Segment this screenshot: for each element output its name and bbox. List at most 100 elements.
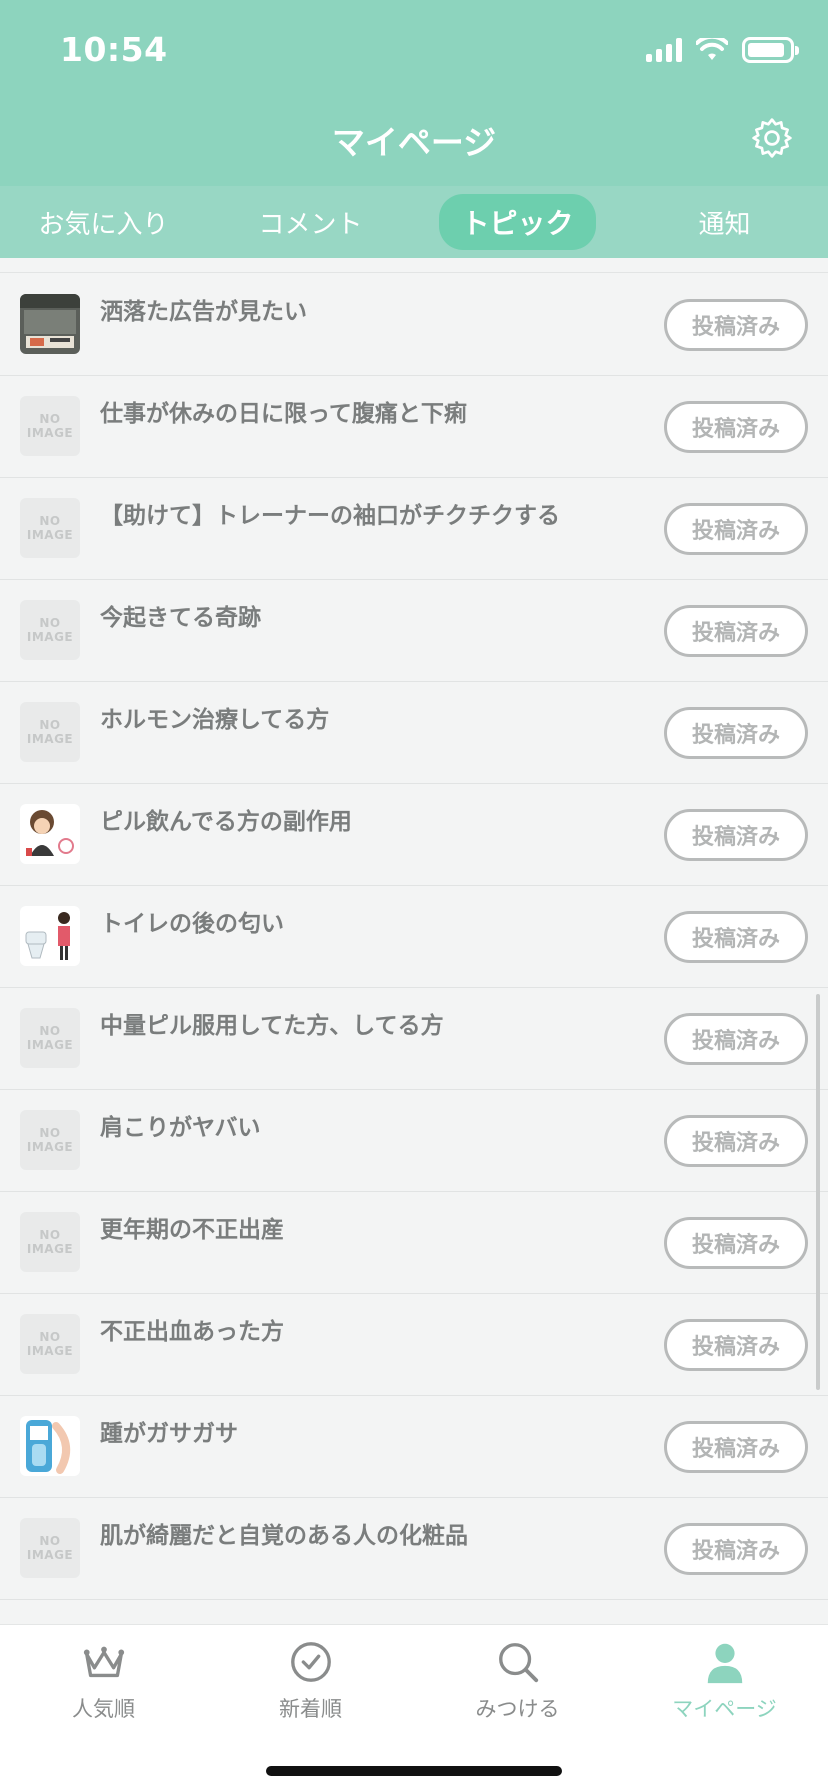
no-image-text: IMAGE [26, 630, 74, 644]
list-item[interactable]: NO IMAGE 肌が綺麗だと自覚のある人の化粧品 投稿済み [0, 1498, 828, 1600]
list-item[interactable]: NO IMAGE 今起きてる奇跡 投稿済み [0, 580, 828, 682]
tab-label: コメント [258, 209, 363, 240]
crown-icon [83, 1646, 124, 1678]
posted-status-button[interactable]: 投稿済み [664, 1217, 808, 1269]
nav-label: 新着順 [279, 1697, 342, 1721]
posted-status-button[interactable]: 投稿済み [664, 809, 808, 861]
topic-title: 【助けて】トレーナーの袖口がチクチクする [100, 503, 560, 529]
no-image-text: NO [39, 616, 61, 630]
no-image-text: NO [39, 718, 61, 732]
topic-title: 不正出血あった方 [100, 1319, 284, 1345]
tab-notifications[interactable]: 通知 [621, 186, 828, 258]
topic-title: 更年期の不正出産 [100, 1217, 284, 1243]
list-item[interactable]: NO IMAGE 肩こりがヤバい 投稿済み [0, 1090, 828, 1192]
scrollbar[interactable] [816, 994, 820, 1390]
no-image-text: NO [39, 514, 61, 528]
posted-status-button[interactable]: 投稿済み [664, 299, 808, 351]
wifi-icon [696, 38, 728, 60]
list-item[interactable]: NO IMAGE ホルモン治療してる方 投稿済み [0, 682, 828, 784]
posted-status-button[interactable]: 投稿済み [664, 605, 808, 657]
tab-label: お気に入り [38, 209, 169, 240]
battery-icon [742, 37, 799, 63]
topic-title: トイレの後の匂い [100, 911, 284, 937]
thumbnail-image [20, 906, 80, 966]
no-image-text: NO [39, 1228, 61, 1242]
list-item[interactable]: NO IMAGE 更年期の不正出産 投稿済み [0, 1192, 828, 1294]
posted-status-button[interactable]: 投稿済み [664, 401, 808, 453]
tab-comments[interactable]: コメント [207, 186, 414, 258]
list-item[interactable]: NO IMAGE 【助けて】トレーナーの袖口がチクチクする 投稿済み [0, 478, 828, 580]
thumbnail-image [20, 294, 80, 354]
list-item[interactable]: NO IMAGE 中量ピル服用してた方、してる方 投稿済み [0, 988, 828, 1090]
no-image-placeholder: NO IMAGE [20, 498, 80, 558]
topic-title: 中量ピル服用してた方、してる方 [100, 1013, 444, 1039]
tab-label: トピック [439, 194, 596, 250]
no-image-placeholder: NO IMAGE [20, 1212, 80, 1272]
thumbnail-image [20, 1416, 80, 1476]
topic-title: 仕事が休みの日に限って腹痛と下痢 [100, 401, 467, 427]
list-item[interactable]: 洒落た広告が見たい 投稿済み [0, 274, 828, 376]
no-image-text: IMAGE [26, 426, 74, 440]
posted-status-button[interactable]: 投稿済み [664, 707, 808, 759]
topic-title: 肌が綺麗だと自覚のある人の化粧品 [100, 1523, 468, 1549]
no-image-text: IMAGE [26, 1242, 74, 1256]
no-image-text: IMAGE [26, 1038, 74, 1052]
no-image-text: NO [39, 1024, 61, 1038]
no-image-text: NO [39, 412, 61, 426]
topic-title: 肩こりがヤバい [100, 1115, 261, 1141]
no-image-placeholder: NO IMAGE [20, 396, 80, 456]
posted-status-button[interactable]: 投稿済み [664, 1115, 808, 1167]
list-item[interactable]: トイレの後の匂い 投稿済み [0, 886, 828, 988]
posted-status-button[interactable]: 投稿済み [664, 911, 808, 963]
no-image-text: IMAGE [26, 1140, 74, 1154]
status-icons [646, 36, 799, 64]
nav-label: みつける [475, 1697, 560, 1721]
topic-title: 今起きてる奇跡 [100, 605, 261, 631]
topic-list[interactable]: 洒落た広告が見たい 投稿済み NO IMAGE 仕事が休みの日に限って腹痛と下痢 … [0, 274, 828, 1624]
nav-search[interactable]: みつける [414, 1639, 621, 1739]
nav-label: 人気順 [72, 1697, 135, 1721]
topic-title: 踵がガサガサ [100, 1421, 238, 1447]
no-image-placeholder: NO IMAGE [20, 1314, 80, 1374]
topic-title: ピル飲んでる方の副作用 [100, 809, 352, 835]
nav-newest[interactable]: 新着順 [207, 1639, 414, 1739]
nav-mypage[interactable]: マイページ [621, 1639, 828, 1739]
list-item[interactable]: ピル飲んでる方の副作用 投稿済み [0, 784, 828, 886]
nav-label: マイページ [672, 1697, 777, 1721]
tab-bar: お気に入り コメント トピック 通知 [0, 186, 828, 258]
topic-title: ホルモン治療してる方 [100, 707, 330, 733]
tab-label: 通知 [698, 209, 751, 240]
no-image-text: IMAGE [26, 1548, 74, 1562]
posted-status-button[interactable]: 投稿済み [664, 503, 808, 555]
no-image-text: NO [39, 1126, 61, 1140]
topic-title: 洒落た広告が見たい [100, 299, 307, 325]
posted-status-button[interactable]: 投稿済み [664, 1421, 808, 1473]
list-item[interactable]: 踵がガサガサ 投稿済み [0, 1396, 828, 1498]
tab-topics[interactable]: トピック [414, 186, 621, 258]
no-image-text: IMAGE [26, 1344, 74, 1358]
status-time: 10:54 [60, 30, 168, 69]
gear-icon[interactable] [750, 116, 794, 160]
posted-status-button[interactable]: 投稿済み [664, 1013, 808, 1065]
divider [0, 272, 828, 273]
no-image-placeholder: NO IMAGE [20, 1518, 80, 1578]
list-item[interactable]: NO IMAGE 仕事が休みの日に限って腹痛と下痢 投稿済み [0, 376, 828, 478]
list-item[interactable]: NO IMAGE 不正出血あった方 投稿済み [0, 1294, 828, 1396]
no-image-placeholder: NO IMAGE [20, 1008, 80, 1068]
no-image-placeholder: NO IMAGE [20, 702, 80, 762]
home-indicator [266, 1766, 562, 1776]
page-title: マイページ [331, 123, 497, 162]
no-image-text: NO [39, 1534, 61, 1548]
cellular-signal-icon [646, 38, 682, 62]
no-image-text: IMAGE [26, 528, 74, 542]
no-image-placeholder: NO IMAGE [20, 600, 80, 660]
nav-popular[interactable]: 人気順 [0, 1639, 207, 1739]
clock-check-icon [290, 1642, 331, 1682]
search-icon [498, 1643, 538, 1683]
header-bar: 10:54 マイページ [0, 0, 828, 186]
no-image-placeholder: NO IMAGE [20, 1110, 80, 1170]
tab-favorites[interactable]: お気に入り [0, 186, 207, 258]
posted-status-button[interactable]: 投稿済み [664, 1523, 808, 1575]
posted-status-button[interactable]: 投稿済み [664, 1319, 808, 1371]
person-icon [707, 1643, 742, 1684]
